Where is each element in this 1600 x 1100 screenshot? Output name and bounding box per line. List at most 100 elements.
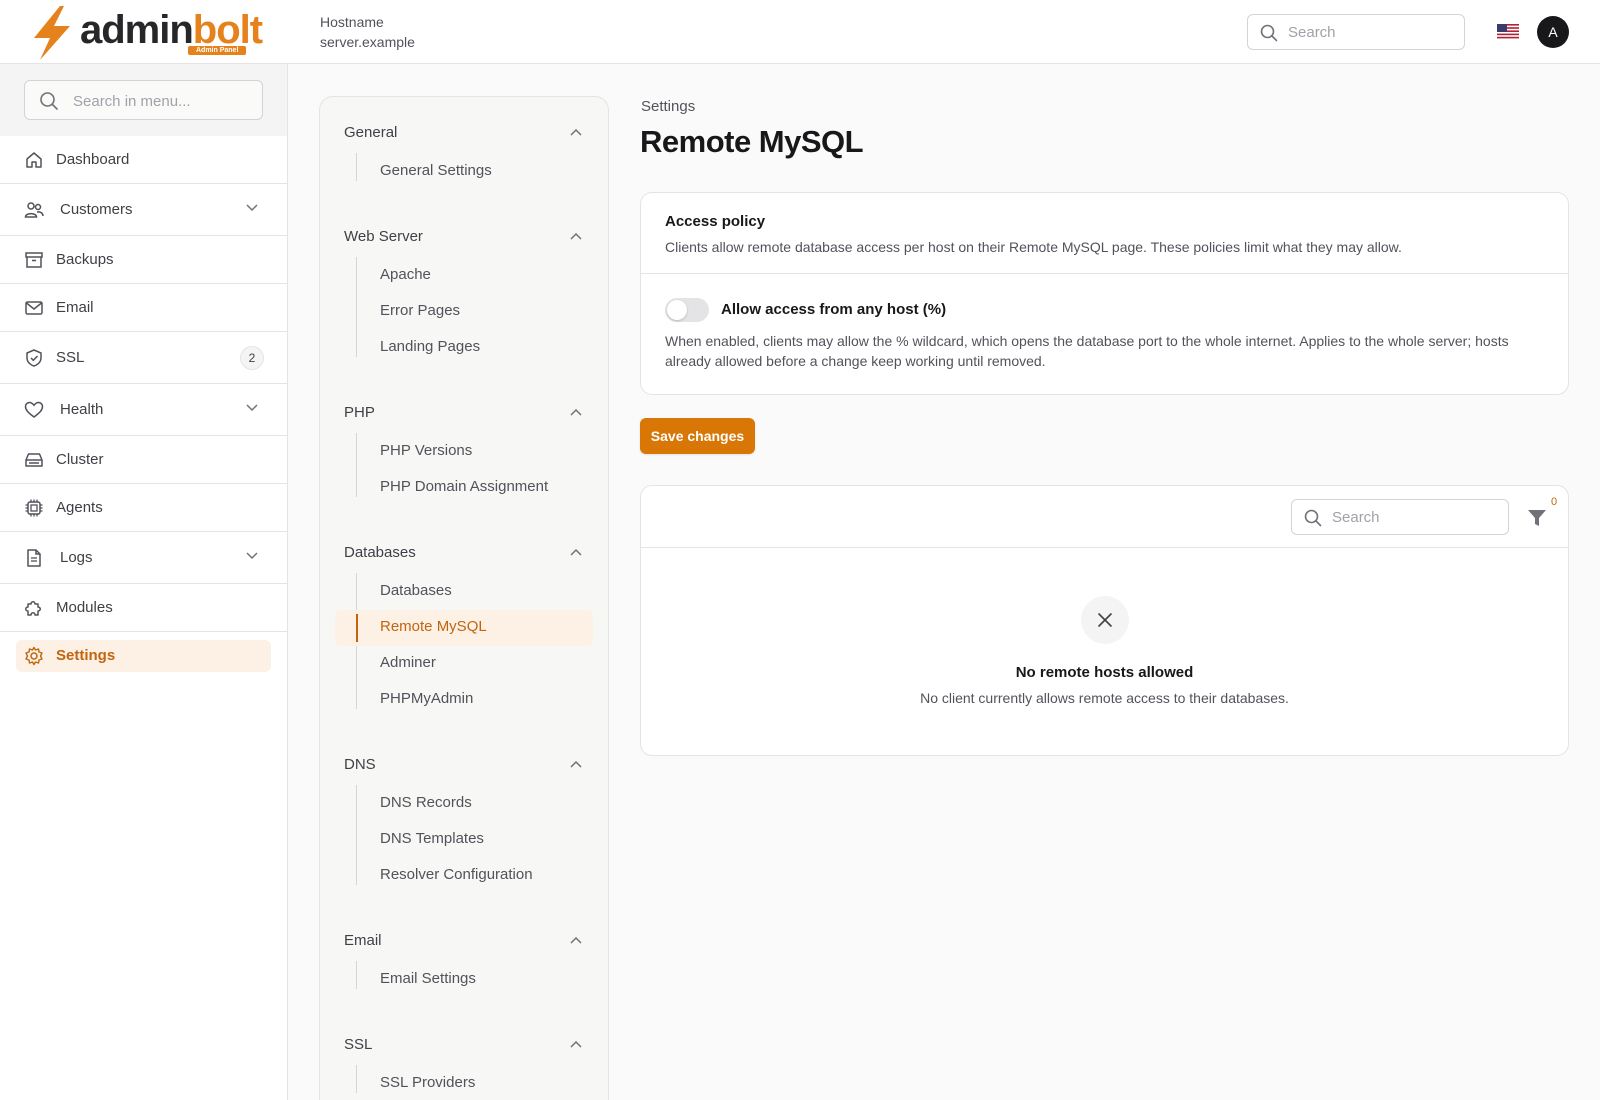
chevron-down-icon xyxy=(246,404,258,412)
sidebar-item-label: Agents xyxy=(56,499,103,516)
sidebar-item-label: Logs xyxy=(60,549,93,566)
subnav-item-databases[interactable]: Databases xyxy=(380,582,452,599)
bolt-logo-icon xyxy=(34,6,70,60)
subnav-item-adminer[interactable]: Adminer xyxy=(380,654,436,671)
sidebar-item-label: Cluster xyxy=(56,451,104,468)
chevron-up-icon[interactable] xyxy=(570,548,582,556)
sidebar-item-health[interactable]: Health xyxy=(0,384,287,436)
sidebar-search-area xyxy=(0,64,287,136)
sidebar-item-label: Modules xyxy=(56,599,113,616)
sidebar: Dashboard Customers Backups Email SSL 2 … xyxy=(0,64,288,1100)
users-icon xyxy=(24,202,44,218)
subnav-item-apache[interactable]: Apache xyxy=(380,266,431,283)
sidebar-item-backups[interactable]: Backups xyxy=(0,236,287,284)
toggle-knob xyxy=(667,300,687,320)
subnav-group-general[interactable]: General xyxy=(344,124,397,141)
mail-icon xyxy=(25,301,43,315)
sidebar-item-logs[interactable]: Logs xyxy=(0,532,287,584)
subnav-group-email[interactable]: Email xyxy=(344,932,382,949)
subnav-tree-line xyxy=(356,785,357,885)
breadcrumb[interactable]: Settings xyxy=(641,98,695,115)
settings-subnav: General General Settings Web Server Apac… xyxy=(319,96,609,1100)
subnav-active-indicator xyxy=(356,614,358,642)
subnav-item-resolver-configuration[interactable]: Resolver Configuration xyxy=(380,866,533,883)
archive-icon xyxy=(25,252,43,268)
close-icon xyxy=(1098,613,1112,627)
search-icon xyxy=(1260,24,1278,42)
chevron-down-icon xyxy=(246,204,258,212)
table-search[interactable] xyxy=(1291,499,1509,535)
remote-hosts-table: 0 No remote hosts allowed No client curr… xyxy=(640,485,1569,756)
us-flag-icon[interactable] xyxy=(1497,24,1519,39)
gear-icon xyxy=(25,646,43,666)
sidebar-search[interactable] xyxy=(24,80,263,120)
subnav-item-php-versions[interactable]: PHP Versions xyxy=(380,442,472,459)
subnav-tree-line xyxy=(356,961,357,989)
sidebar-item-label: Email xyxy=(56,299,94,316)
sidebar-item-cluster[interactable]: Cluster xyxy=(0,436,287,484)
chevron-up-icon[interactable] xyxy=(570,936,582,944)
sidebar-item-customers[interactable]: Customers xyxy=(0,184,287,236)
empty-state-description: No client currently allows remote access… xyxy=(920,690,1289,706)
policy-title: Access policy xyxy=(665,213,766,230)
global-search-input[interactable] xyxy=(1288,22,1453,42)
toggle-help-text: When enabled, clients may allow the % wi… xyxy=(665,333,1509,369)
chevron-up-icon[interactable] xyxy=(570,128,582,136)
chevron-down-icon xyxy=(246,552,258,560)
subnav-group-php[interactable]: PHP xyxy=(344,404,375,421)
sidebar-item-label: Customers xyxy=(60,201,133,218)
subnav-group-web-server[interactable]: Web Server xyxy=(344,228,423,245)
subnav-item-email-settings[interactable]: Email Settings xyxy=(380,970,476,987)
file-icon xyxy=(27,549,41,567)
logo-badge: Admin Panel xyxy=(188,46,247,55)
sidebar-item-settings[interactable]: Settings xyxy=(0,632,287,680)
subnav-group-ssl[interactable]: SSL xyxy=(344,1036,372,1053)
divider xyxy=(641,273,1568,274)
subnav-item-remote-mysql[interactable]: Remote MySQL xyxy=(380,618,487,635)
subnav-group-dns[interactable]: DNS xyxy=(344,756,376,773)
subnav-item-phpmyadmin[interactable]: PHPMyAdmin xyxy=(380,690,473,707)
table-search-input[interactable] xyxy=(1332,507,1497,527)
home-icon xyxy=(26,152,42,168)
access-policy-card: Access policy Clients allow remote datab… xyxy=(640,192,1569,395)
global-search[interactable] xyxy=(1247,14,1465,50)
sidebar-item-agents[interactable]: Agents xyxy=(0,484,287,532)
heart-icon xyxy=(24,401,44,418)
user-avatar[interactable]: A xyxy=(1537,16,1569,48)
sidebar-item-dashboard[interactable]: Dashboard xyxy=(0,136,287,184)
save-changes-button[interactable]: Save changes xyxy=(640,418,755,454)
sidebar-item-email[interactable]: Email xyxy=(0,284,287,332)
subnav-tree-line xyxy=(356,257,357,357)
subnav-item-dns-records[interactable]: DNS Records xyxy=(380,794,472,811)
table-toolbar: 0 xyxy=(641,486,1568,548)
subnav-item-php-domain-assignment[interactable]: PHP Domain Assignment xyxy=(380,478,548,495)
filter-icon[interactable] xyxy=(1525,506,1549,530)
chevron-up-icon[interactable] xyxy=(570,760,582,768)
cpu-icon xyxy=(25,499,43,517)
sidebar-item-modules[interactable]: Modules xyxy=(0,584,287,632)
sidebar-item-ssl[interactable]: SSL 2 xyxy=(0,332,287,384)
sidebar-search-input[interactable] xyxy=(73,91,253,111)
logo[interactable]: adminbolt Admin Panel xyxy=(30,6,263,60)
shield-check-icon xyxy=(26,349,42,367)
chevron-up-icon[interactable] xyxy=(570,408,582,416)
sidebar-item-label: Dashboard xyxy=(56,151,130,168)
chevron-up-icon[interactable] xyxy=(570,232,582,240)
subnav-item-dns-templates[interactable]: DNS Templates xyxy=(380,830,484,847)
subnav-tree-line xyxy=(356,433,357,497)
subnav-item-ssl-providers[interactable]: SSL Providers xyxy=(380,1074,475,1091)
toggle-label: Allow access from any host (%) xyxy=(721,301,947,318)
chevron-up-icon[interactable] xyxy=(570,1040,582,1048)
subnav-item-error-pages[interactable]: Error Pages xyxy=(380,302,460,319)
hostname-info: Hostname server.example xyxy=(320,12,415,52)
page-title: Remote MySQL xyxy=(640,124,864,159)
sidebar-item-label: Health xyxy=(60,401,104,418)
sidebar-item-label: SSL xyxy=(56,349,85,366)
search-icon xyxy=(1304,509,1322,527)
allow-any-host-toggle[interactable] xyxy=(665,298,709,322)
subnav-tree-line xyxy=(356,153,357,181)
subnav-item-landing-pages[interactable]: Landing Pages xyxy=(380,338,480,355)
subnav-item-general-settings[interactable]: General Settings xyxy=(380,162,492,179)
active-highlight xyxy=(16,640,271,672)
subnav-group-databases[interactable]: Databases xyxy=(344,544,416,561)
